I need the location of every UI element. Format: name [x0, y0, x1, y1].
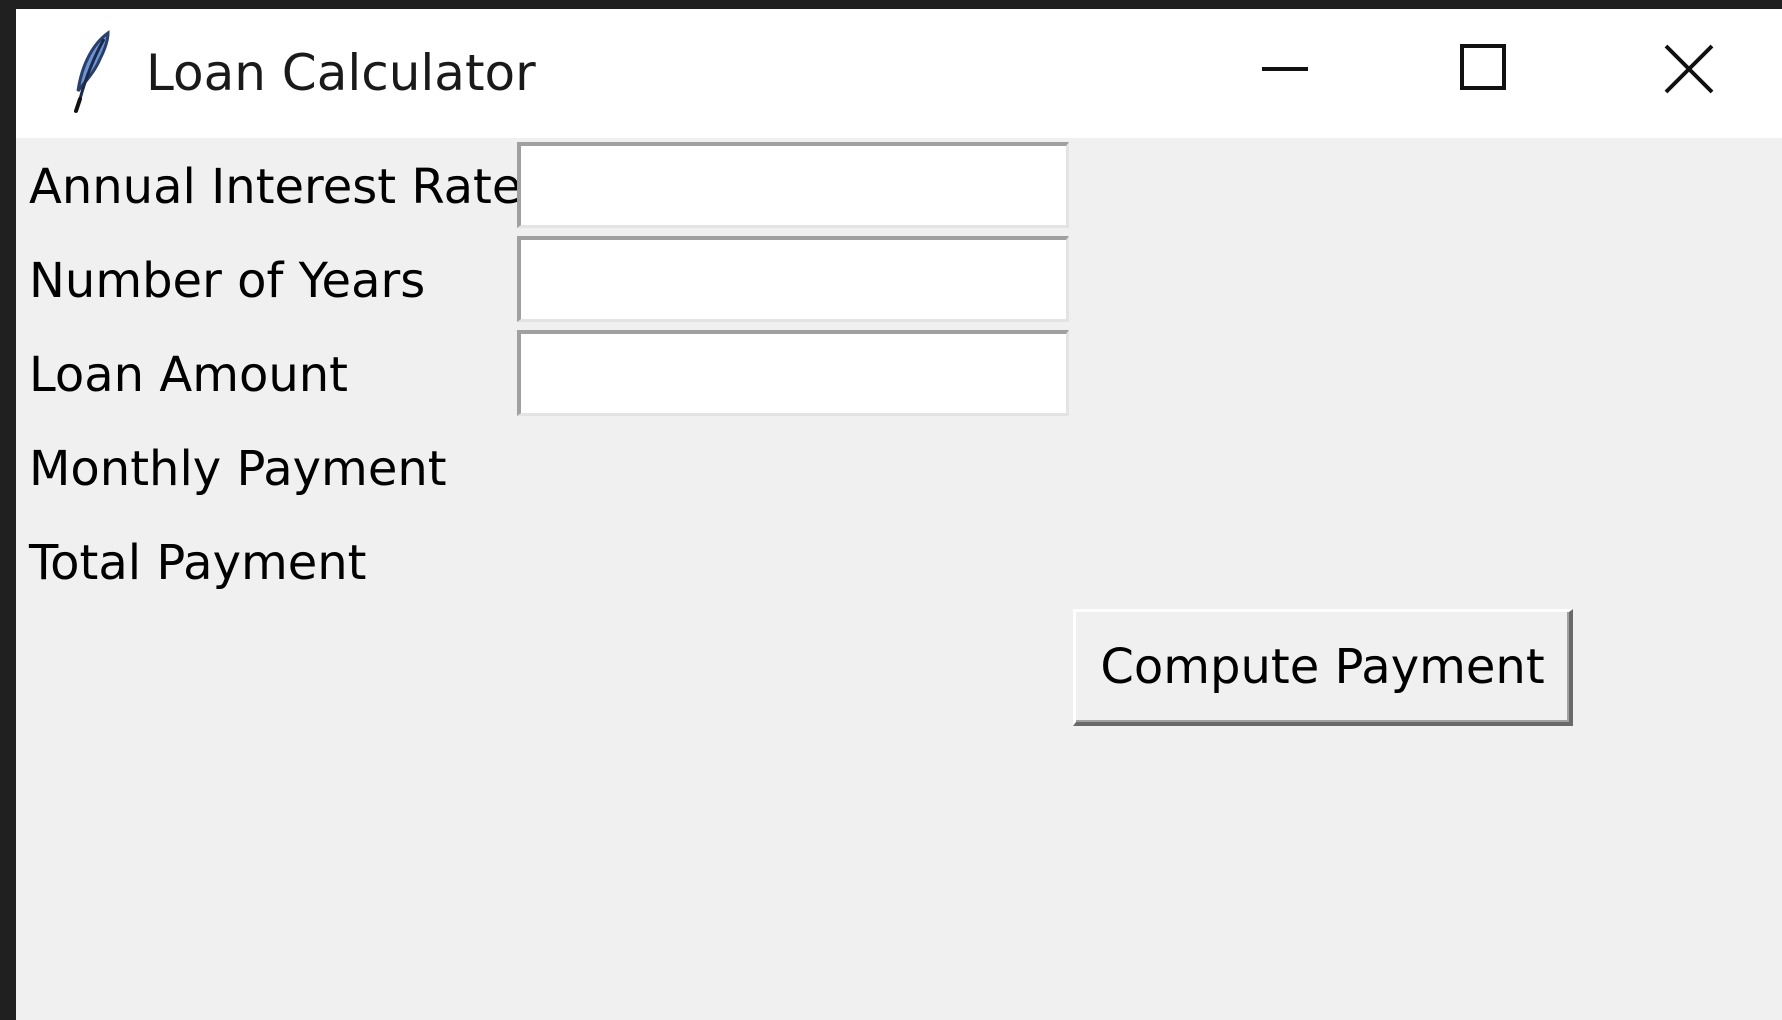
- window-title: Loan Calculator: [146, 44, 536, 102]
- title-bar[interactable]: Loan Calculator: [16, 9, 1782, 138]
- number-of-years-label: Number of Years: [29, 253, 426, 309]
- close-button[interactable]: [1628, 9, 1748, 138]
- loan-amount-input[interactable]: [517, 330, 1069, 416]
- maximize-button[interactable]: [1422, 9, 1542, 138]
- maximize-icon: [1460, 44, 1506, 90]
- minimize-button[interactable]: [1221, 9, 1341, 138]
- annual-interest-rate-label: Annual Interest Rate: [29, 159, 522, 215]
- annual-interest-rate-input[interactable]: [517, 142, 1069, 228]
- loan-amount-label: Loan Amount: [29, 347, 348, 403]
- loan-calculator-window: Loan Calculator Annual Interest Rate Num…: [16, 9, 1782, 1020]
- close-icon: [1664, 44, 1714, 94]
- minimize-icon: [1262, 67, 1308, 71]
- feather-icon: [64, 29, 120, 115]
- monthly-payment-label: Monthly Payment: [29, 441, 447, 497]
- total-payment-label: Total Payment: [29, 535, 367, 591]
- number-of-years-input[interactable]: [517, 236, 1069, 322]
- compute-payment-button[interactable]: Compute Payment: [1073, 609, 1573, 726]
